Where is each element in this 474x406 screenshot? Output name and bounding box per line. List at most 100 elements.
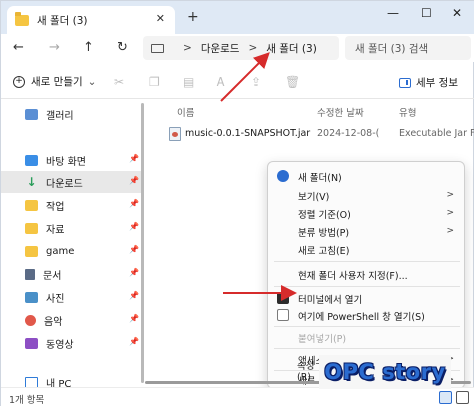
menu-item-label: 새로 고침(E) xyxy=(298,245,350,257)
menu-item-open-powershell[interactable]: 여기에 PowerShell 창 열기(S) xyxy=(268,306,466,325)
minimize-button[interactable]: — xyxy=(387,6,399,20)
pin-icon: 📌 xyxy=(129,176,139,185)
menu-separator xyxy=(274,348,460,349)
pin-icon: 📌 xyxy=(129,291,139,300)
sidebar-item-work[interactable]: 작업 📌 xyxy=(1,194,143,216)
download-icon: ↓ xyxy=(26,174,37,189)
menu-item-group-by[interactable]: 분류 방법(P) > xyxy=(268,222,466,241)
column-header-modified[interactable]: 수정한 날짜 xyxy=(317,105,364,119)
watermark-text: OPC story xyxy=(324,360,446,384)
file-modified: 2024-12-08-( xyxy=(317,128,380,139)
menu-item-paste[interactable]: 붙여넣기(P) xyxy=(268,328,466,347)
tab-close-button[interactable]: ✕ xyxy=(156,12,165,25)
document-icon xyxy=(25,268,35,280)
jar-file-icon xyxy=(169,127,181,141)
new-button-label: 새로 만들기 xyxy=(31,76,83,88)
rename-icon[interactable]: Ꭺ xyxy=(217,75,225,90)
tiles-view-button[interactable] xyxy=(456,391,469,404)
sidebar-item-materials[interactable]: 자료 📌 xyxy=(1,217,143,239)
menu-item-label: 분류 방법(P) xyxy=(298,227,350,239)
menu-separator xyxy=(274,261,460,262)
sidebar-item-pictures[interactable]: 사진 📌 xyxy=(1,286,143,308)
pc-icon xyxy=(151,43,164,53)
close-button[interactable]: ✕ xyxy=(452,6,462,20)
sidebar-item-gallery[interactable]: 갤러리 xyxy=(1,103,143,125)
sidebar-item-videos[interactable]: 동영상 📌 xyxy=(1,332,143,354)
new-folder-icon xyxy=(277,170,289,182)
details-pane-icon xyxy=(399,77,411,88)
menu-item-refresh[interactable]: 새로 고침(E) xyxy=(268,240,466,259)
breadcrumb-current-folder[interactable]: 새 폴더 (3) xyxy=(266,41,317,56)
details-view-button[interactable] xyxy=(439,391,452,404)
file-explorer-window: 새 폴더 (3) ✕ + — ☐ ✕ ← → ↑ ↻ > 다운로드 > 새 폴더… xyxy=(0,0,474,406)
path-separator: > xyxy=(183,42,192,54)
pin-icon: 📌 xyxy=(129,245,139,254)
chevron-down-icon: ⌄ xyxy=(87,75,97,88)
share-icon[interactable]: ⇪ xyxy=(251,75,261,89)
menu-separator xyxy=(274,326,460,327)
pin-icon: 📌 xyxy=(129,222,139,231)
tab-new-folder-3[interactable]: 새 폴더 (3) ✕ xyxy=(7,6,175,34)
menu-item-view[interactable]: 보기(V) > xyxy=(268,186,466,205)
refresh-button[interactable]: ↻ xyxy=(117,40,128,55)
menu-item-customize-folder[interactable]: 현재 폴더 사용자 지정(F)... xyxy=(268,265,466,284)
sidebar-item-documents[interactable]: 문서 📌 xyxy=(1,263,143,285)
menu-item-label: 정렬 기준(O) xyxy=(298,209,351,221)
item-count: 1개 항목 xyxy=(9,395,45,406)
sidebar-item-label: 다운로드 xyxy=(46,178,83,190)
folder-icon xyxy=(25,199,38,211)
sidebar-item-label: 음악 xyxy=(44,316,63,328)
breadcrumb-downloads[interactable]: 다운로드 xyxy=(201,41,240,56)
search-input[interactable]: 새 폴더 (3) 검색 xyxy=(345,36,471,60)
pictures-icon xyxy=(25,291,38,303)
copy-icon[interactable]: ❐ xyxy=(149,75,160,89)
folder-icon xyxy=(15,11,29,26)
details-button[interactable]: 세부 정보 xyxy=(399,75,458,90)
new-button[interactable]: + 새로 만들기 ⌄ xyxy=(13,74,96,89)
menu-item-new-folder[interactable]: 새 폴더(N) xyxy=(268,167,466,186)
column-header-type[interactable]: 유형 xyxy=(399,105,416,119)
menu-item-properties[interactable]: 속성(R) xyxy=(267,361,327,383)
sidebar-item-music[interactable]: 음악 📌 xyxy=(1,309,143,331)
watermark: OPC story xyxy=(319,355,451,389)
tab-title: 새 폴더 (3) xyxy=(37,14,88,27)
menu-item-label: 보기(V) xyxy=(298,191,330,203)
table-row[interactable]: music-0.0.1-SNAPSHOT.jar 2024-12-08-( Ex… xyxy=(167,125,474,143)
folder-icon xyxy=(25,222,38,234)
pin-icon: 📌 xyxy=(129,154,139,163)
sidebar-item-game[interactable]: game 📌 xyxy=(1,240,143,262)
forward-button[interactable]: → xyxy=(49,40,60,55)
sidebar-item-downloads[interactable]: ↓ 다운로드 📌 xyxy=(1,171,143,193)
sidebar-item-label: 바탕 화면 xyxy=(46,156,86,168)
pin-icon: 📌 xyxy=(129,314,139,323)
new-tab-button[interactable]: + xyxy=(187,9,199,25)
navigation-pane: 갤러리 바탕 화면 📌 ↓ 다운로드 📌 작업 📌 자료 📌 game 📌 문서… xyxy=(1,99,143,390)
sidebar-item-label: 문서 xyxy=(43,270,62,282)
menu-item-label: 여기에 PowerShell 창 열기(S) xyxy=(298,311,425,323)
plus-icon: + xyxy=(13,75,25,88)
file-type: Executable Jar File xyxy=(399,128,474,139)
sidebar-item-desktop[interactable]: 바탕 화면 📌 xyxy=(1,149,143,171)
pin-icon: 📌 xyxy=(129,337,139,346)
sidebar-item-label: 갤러리 xyxy=(46,110,74,122)
column-header-name[interactable]: 이름 xyxy=(177,105,194,119)
status-bar: 1개 항목 xyxy=(1,387,474,406)
up-button[interactable]: ↑ xyxy=(83,40,94,55)
terminal-icon xyxy=(277,292,289,304)
address-bar[interactable]: > 다운로드 > 새 폴더 (3) xyxy=(143,36,339,60)
sidebar-scrollbar[interactable] xyxy=(141,99,144,387)
powershell-icon xyxy=(277,309,289,321)
menu-item-sort-by[interactable]: 정렬 기준(O) > xyxy=(268,204,466,223)
delete-icon[interactable]: 🗑 xyxy=(285,75,300,89)
cut-icon[interactable]: ✂ xyxy=(114,75,124,89)
menu-item-label: 새 폴더(N) xyxy=(298,172,342,184)
sidebar-item-label: game xyxy=(46,245,75,257)
pin-icon: 📌 xyxy=(129,268,139,277)
sidebar-item-label: 동영상 xyxy=(46,339,74,351)
file-name: music-0.0.1-SNAPSHOT.jar xyxy=(185,128,311,139)
maximize-button[interactable]: ☐ xyxy=(421,6,432,20)
pc-icon xyxy=(25,376,38,388)
back-button[interactable]: ← xyxy=(13,40,24,55)
paste-icon[interactable]: ▤ xyxy=(183,75,194,89)
sidebar-item-label: 작업 xyxy=(46,201,65,213)
